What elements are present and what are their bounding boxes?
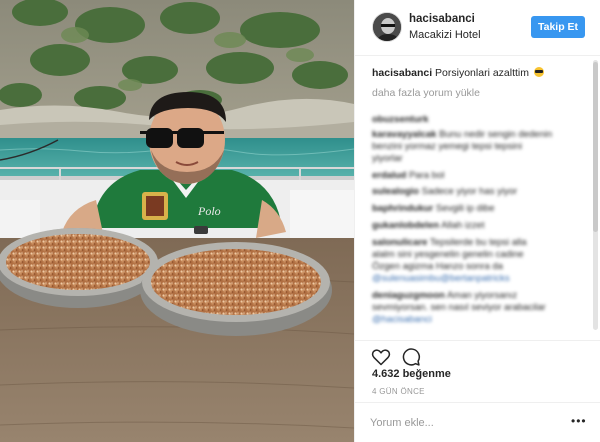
post-actions	[355, 340, 600, 370]
list-item: alalm sini yesgenelin genelin cadine	[372, 249, 524, 260]
svg-text:Polo: Polo	[197, 204, 221, 218]
list-item: erdalud Para bol	[372, 170, 445, 181]
follow-button[interactable]: Takip Et	[531, 16, 585, 38]
comment-input[interactable]	[370, 413, 560, 433]
comments-list: hacisabanci Porsiyonlari azalttim daha f…	[355, 57, 591, 337]
heart-icon[interactable]	[371, 347, 391, 367]
list-item: @hacisabanci	[372, 314, 432, 325]
list-item: @sulenuasimbu@bertanpatricks	[372, 273, 510, 284]
post-location[interactable]: Macakizi Hotel	[409, 29, 481, 41]
list-item: deniaguzgmoon Aman yiyorsanız	[372, 290, 518, 301]
post-timestamp: 4 GÜN ÖNCE	[372, 387, 425, 396]
post-header: hacisabanci Macakizi Hotel Takip Et	[355, 0, 600, 56]
list-item: salonulicare Tepsilerde bu tepsi alla	[372, 237, 527, 248]
list-item: Özgen agizma Hanzo sonra da	[372, 261, 503, 272]
list-item: benzini yormaz yemegi tepsi tepsini	[372, 141, 522, 152]
comments-scrollbar-thumb[interactable]	[593, 62, 598, 232]
list-item: yiyorlar	[372, 153, 403, 164]
caption-username[interactable]: hacisabanci	[372, 67, 432, 79]
post-sidebar: hacisabanci Macakizi Hotel Takip Et haci…	[354, 0, 600, 442]
sunglasses-emoji-icon	[533, 67, 544, 77]
post-caption: hacisabanci Porsiyonlari azalttim	[372, 67, 544, 79]
list-item: baphrindukur Sevgili ip dibe	[372, 203, 495, 214]
load-more-comments[interactable]: daha fazla yorum yükle	[372, 87, 480, 99]
list-item: karavayyalcak Bunu nedir sengin dedenin	[372, 129, 553, 140]
list-item: gukanlobdelen Allah izzet	[372, 220, 485, 231]
post-owner-username[interactable]: hacisabanci	[409, 13, 475, 25]
avatar[interactable]	[372, 12, 402, 42]
likes-count[interactable]: 4.632 beğenme	[372, 368, 451, 380]
list-item: obuzsenturk	[372, 114, 429, 125]
list-item: sulealogio Sadece yiyor has yiyor	[372, 186, 518, 197]
comment-icon[interactable]	[401, 347, 421, 367]
post-photo[interactable]: Polo	[0, 0, 354, 442]
list-item: sevmiyorsan. sen nasıl seviyor arabacila…	[372, 302, 546, 313]
more-options-button[interactable]: •••	[571, 415, 587, 427]
caption-text: Porsiyonlari azalttim	[435, 67, 529, 79]
add-comment-bar: •••	[355, 402, 600, 442]
